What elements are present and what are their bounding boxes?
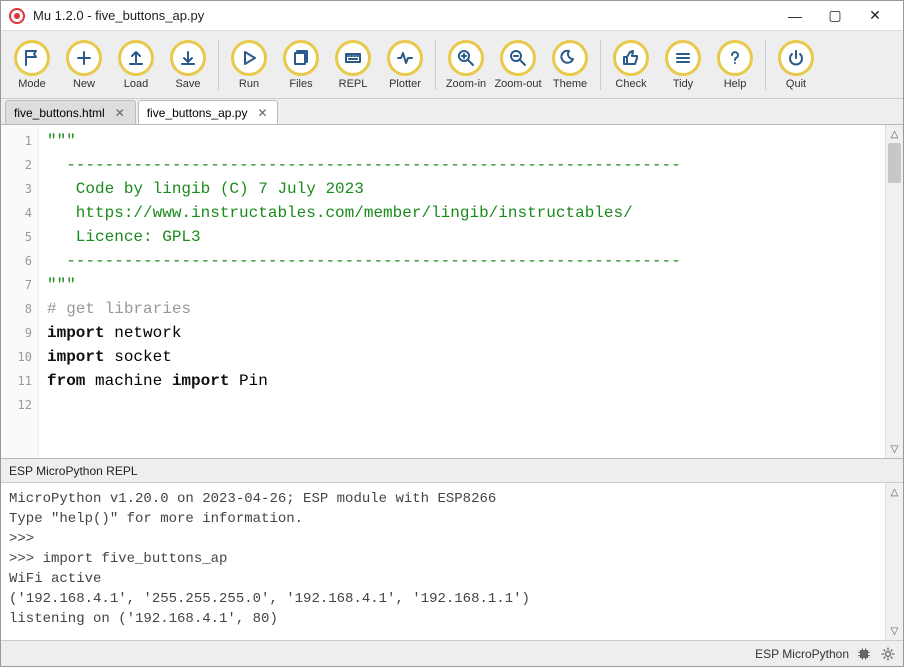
- close-button[interactable]: ✕: [855, 2, 895, 30]
- tab-five_buttons_ap-py[interactable]: five_buttons_ap.py ✕: [138, 100, 279, 124]
- save-button[interactable]: Save: [163, 34, 213, 96]
- repl-output[interactable]: MicroPython v1.20.0 on 2023-04-26; ESP m…: [1, 483, 885, 640]
- code-area[interactable]: """ ------------------------------------…: [39, 125, 885, 458]
- upload-icon: [118, 40, 154, 76]
- editor-scrollbar[interactable]: △ ▽: [885, 125, 903, 458]
- question-icon: [717, 40, 753, 76]
- chip-icon[interactable]: [855, 645, 873, 663]
- pulse-icon: [387, 40, 423, 76]
- scroll-up-icon[interactable]: △: [886, 125, 903, 143]
- files-button[interactable]: Files: [276, 34, 326, 96]
- editor-tabs: five_buttons.html ✕ five_buttons_ap.py ✕: [1, 99, 903, 125]
- minimize-button[interactable]: ―: [775, 2, 815, 30]
- scroll-thumb[interactable]: [888, 143, 901, 183]
- maximize-button[interactable]: ▢: [815, 2, 855, 30]
- theme-button[interactable]: Theme: [545, 34, 595, 96]
- load-button[interactable]: Load: [111, 34, 161, 96]
- repl-scrollbar[interactable]: △ ▽: [885, 483, 903, 640]
- tab-five_buttons-html[interactable]: five_buttons.html ✕: [5, 100, 136, 124]
- tool-label: REPL: [339, 78, 368, 90]
- tool-label: Help: [724, 78, 747, 90]
- scroll-down-icon[interactable]: ▽: [886, 440, 903, 458]
- moon-icon: [552, 40, 588, 76]
- repl-header: ESP MicroPython REPL: [1, 458, 903, 482]
- mode-button[interactable]: Mode: [7, 34, 57, 96]
- scroll-up-icon[interactable]: △: [886, 483, 903, 501]
- power-icon: [778, 40, 814, 76]
- titlebar: Mu 1.2.0 - five_buttons_ap.py ― ▢ ✕: [1, 1, 903, 31]
- tool-label: Files: [289, 78, 312, 90]
- repl-panel: MicroPython v1.20.0 on 2023-04-26; ESP m…: [1, 482, 903, 640]
- window-controls: ― ▢ ✕: [775, 2, 895, 30]
- check-button[interactable]: Check: [606, 34, 656, 96]
- toolbar: Mode New Load Save Run Files REPL Plotter Zoom-i…: [1, 31, 903, 99]
- plus-icon: [66, 40, 102, 76]
- repl-title: ESP MicroPython REPL: [9, 464, 138, 478]
- thumb-icon: [613, 40, 649, 76]
- close-icon[interactable]: ✕: [255, 106, 269, 120]
- keyboard-icon: [335, 40, 371, 76]
- tool-label: Quit: [786, 78, 806, 90]
- tool-label: Load: [124, 78, 148, 90]
- new-button[interactable]: New: [59, 34, 109, 96]
- tool-label: Mode: [18, 78, 46, 90]
- close-icon[interactable]: ✕: [113, 106, 127, 120]
- zoom-out-button[interactable]: Zoom-out: [493, 34, 543, 96]
- tab-label: five_buttons_ap.py: [147, 106, 248, 120]
- tool-label: New: [73, 78, 95, 90]
- tool-label: Run: [239, 78, 259, 90]
- files-icon: [283, 40, 319, 76]
- line-gutter: 123456789101112: [1, 125, 39, 458]
- help-button[interactable]: Help: [710, 34, 760, 96]
- tool-label: Zoom-out: [494, 78, 541, 90]
- download-icon: [170, 40, 206, 76]
- tool-label: Check: [615, 78, 646, 90]
- plotter-button[interactable]: Plotter: [380, 34, 430, 96]
- repl-button[interactable]: REPL: [328, 34, 378, 96]
- tidy-button[interactable]: Tidy: [658, 34, 708, 96]
- status-bar: ESP MicroPython: [1, 640, 903, 666]
- tool-label: Zoom-in: [446, 78, 486, 90]
- tool-label: Plotter: [389, 78, 421, 90]
- flag-icon: [14, 40, 50, 76]
- status-mode: ESP MicroPython: [755, 647, 849, 661]
- zoomout-icon: [500, 40, 536, 76]
- window-title: Mu 1.2.0 - five_buttons_ap.py: [33, 8, 775, 23]
- tool-label: Theme: [553, 78, 587, 90]
- tool-label: Save: [175, 78, 200, 90]
- gear-icon[interactable]: [879, 645, 897, 663]
- scroll-down-icon[interactable]: ▽: [886, 622, 903, 640]
- app-icon: [9, 8, 25, 24]
- zoomin-icon: [448, 40, 484, 76]
- run-button[interactable]: Run: [224, 34, 274, 96]
- editor: 123456789101112 """ --------------------…: [1, 125, 903, 458]
- quit-button[interactable]: Quit: [771, 34, 821, 96]
- tool-label: Tidy: [673, 78, 693, 90]
- zoom-in-button[interactable]: Zoom-in: [441, 34, 491, 96]
- lines-icon: [665, 40, 701, 76]
- play-icon: [231, 40, 267, 76]
- tab-label: five_buttons.html: [14, 106, 105, 120]
